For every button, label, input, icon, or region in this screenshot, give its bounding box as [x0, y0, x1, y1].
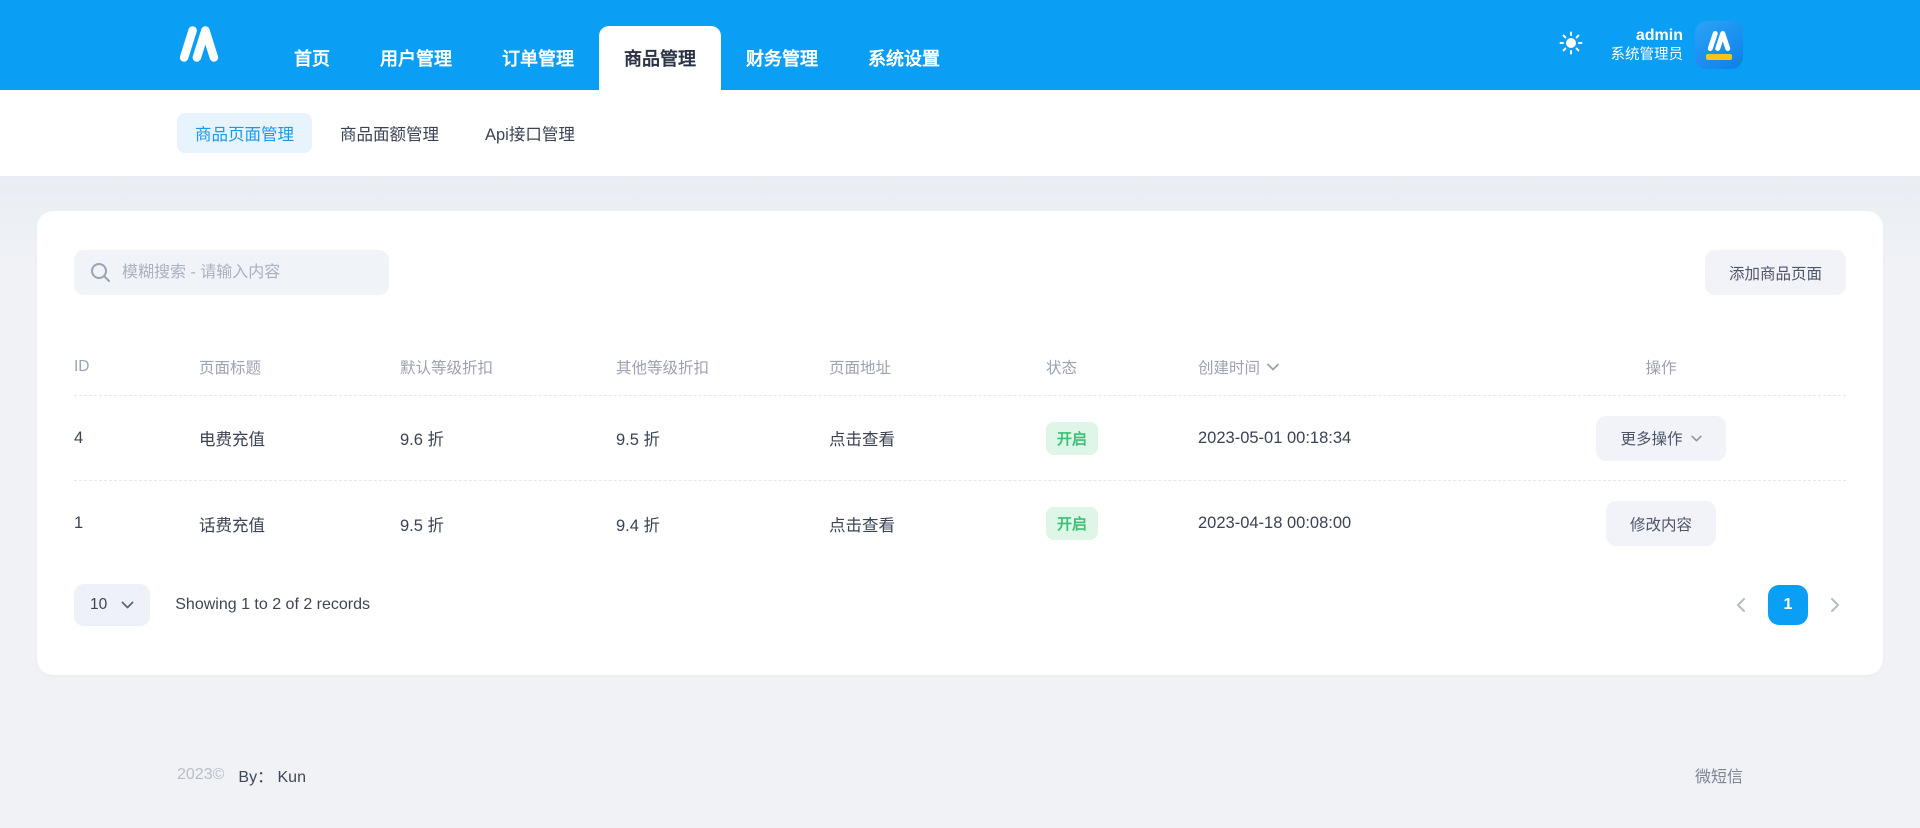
col-other-discount: 其他等级折扣	[616, 359, 710, 377]
user-info: admin 系统管理员	[1611, 26, 1684, 64]
col-page-url: 页面地址	[829, 359, 892, 377]
table-row: 1 话费充值 9.5 折 9.4 折 点击查看 开启 2023-04-18 00…	[74, 481, 1846, 566]
page-footer: 2023© By： Kun 微短信	[0, 763, 1920, 807]
chevron-down-icon	[121, 601, 134, 609]
row-id: 4	[74, 428, 84, 447]
row-created-at: 2023-05-01 00:18:34	[1198, 428, 1352, 447]
next-page-button[interactable]	[1824, 591, 1846, 619]
table-row: 4 电费充值 9.6 折 9.5 折 点击查看 开启 2023-05-01 00…	[74, 396, 1846, 481]
card-toolbar: 添加商品页面	[74, 250, 1846, 295]
navbar-right: admin 系统管理员	[1559, 21, 1743, 69]
row-other-discount: 9.4 折	[616, 516, 661, 535]
edit-content-label: 修改内容	[1629, 516, 1692, 534]
avatar-logo-icon	[1707, 30, 1731, 51]
edit-content-button[interactable]: 修改内容	[1605, 501, 1716, 546]
page-size-value: 10	[90, 596, 108, 613]
pagination: 10 Showing 1 to 2 of 2 records 1	[74, 584, 1846, 626]
subtab-api[interactable]: Api接口管理	[467, 113, 593, 153]
row-id: 1	[74, 514, 84, 532]
page-size-select[interactable]: 10	[74, 584, 151, 626]
col-created-sort[interactable]: 创建时间	[1198, 356, 1486, 378]
search-box	[74, 250, 389, 295]
row-default-discount: 9.5 折	[400, 516, 445, 535]
search-icon	[91, 263, 110, 282]
top-navbar: 首页 用户管理 订单管理 商品管理 财务管理 系统设置 admin 系统管理员	[0, 0, 1920, 90]
author-text: By： Kun	[238, 769, 306, 786]
subtab-product-pages[interactable]: 商品页面管理	[177, 113, 312, 153]
col-default-discount: 默认等级折扣	[400, 359, 494, 377]
nav-item-products[interactable]: 商品管理	[599, 26, 721, 90]
more-actions-button[interactable]: 更多操作	[1596, 415, 1726, 461]
nav-item-home[interactable]: 首页	[269, 26, 355, 90]
brand-logo-icon	[177, 20, 221, 73]
row-title: 电费充值	[199, 431, 265, 449]
sun-icon	[1559, 31, 1583, 60]
user-name: admin	[1635, 26, 1683, 44]
col-created-label: 创建时间	[1198, 359, 1261, 377]
nav-item-users[interactable]: 用户管理	[355, 26, 477, 90]
page-number-button[interactable]: 1	[1768, 585, 1808, 625]
sub-navbar: 商品页面管理 商品面额管理 Api接口管理	[0, 90, 1920, 176]
col-status: 状态	[1046, 359, 1078, 377]
pagination-controls: 1	[1730, 585, 1846, 625]
col-title: 页面标题	[199, 359, 262, 377]
chevron-down-icon	[1690, 435, 1702, 441]
chevron-right-icon	[1831, 598, 1839, 612]
pagination-summary: Showing 1 to 2 of 2 records	[175, 596, 371, 613]
nav-item-settings[interactable]: 系统设置	[843, 26, 965, 90]
row-other-discount: 9.5 折	[616, 431, 661, 449]
subtab-product-denominations[interactable]: 商品面额管理	[322, 113, 457, 153]
brand-logo[interactable]	[177, 20, 221, 73]
col-actions: 操作	[1645, 359, 1677, 377]
col-id: ID	[74, 357, 90, 375]
copyright-text: 2023©	[177, 766, 225, 783]
theme-toggle-button[interactable]	[1559, 31, 1583, 60]
main-content: 添加商品页面 ID 页面标题 默认等级折扣 其他等级折扣 页面地址 状态 创建时…	[0, 176, 1920, 807]
main-nav: 首页 用户管理 订单管理 商品管理 财务管理 系统设置	[269, 26, 965, 90]
row-default-discount: 9.6 折	[400, 431, 445, 449]
nav-item-finance[interactable]: 财务管理	[721, 26, 843, 90]
avatar-brand-mark	[1706, 53, 1732, 60]
status-badge: 开启	[1046, 421, 1099, 455]
row-title: 话费充值	[199, 516, 265, 535]
chevron-down-icon	[1267, 363, 1279, 370]
row-page-url-link[interactable]: 点击查看	[829, 512, 1046, 536]
prev-page-button[interactable]	[1730, 591, 1752, 619]
user-role: 系统管理员	[1610, 46, 1684, 63]
row-created-at: 2023-04-18 00:08:00	[1198, 514, 1352, 532]
search-input[interactable]	[74, 250, 389, 295]
more-actions-label: 更多操作	[1620, 431, 1683, 448]
status-badge: 开启	[1046, 507, 1099, 540]
footer-brand-link[interactable]: 微短信	[1695, 763, 1743, 787]
product-pages-card: 添加商品页面 ID 页面标题 默认等级折扣 其他等级折扣 页面地址 状态 创建时…	[37, 211, 1883, 675]
add-product-page-button[interactable]: 添加商品页面	[1704, 250, 1846, 295]
chevron-left-icon	[1737, 598, 1745, 612]
avatar[interactable]	[1695, 21, 1743, 69]
product-pages-table: ID 页面标题 默认等级折扣 其他等级折扣 页面地址 状态 创建时间 操作 4 …	[74, 338, 1846, 566]
table-header-row: ID 页面标题 默认等级折扣 其他等级折扣 页面地址 状态 创建时间 操作	[74, 338, 1846, 396]
nav-item-orders[interactable]: 订单管理	[477, 26, 599, 90]
row-page-url-link[interactable]: 点击查看	[829, 426, 1046, 450]
